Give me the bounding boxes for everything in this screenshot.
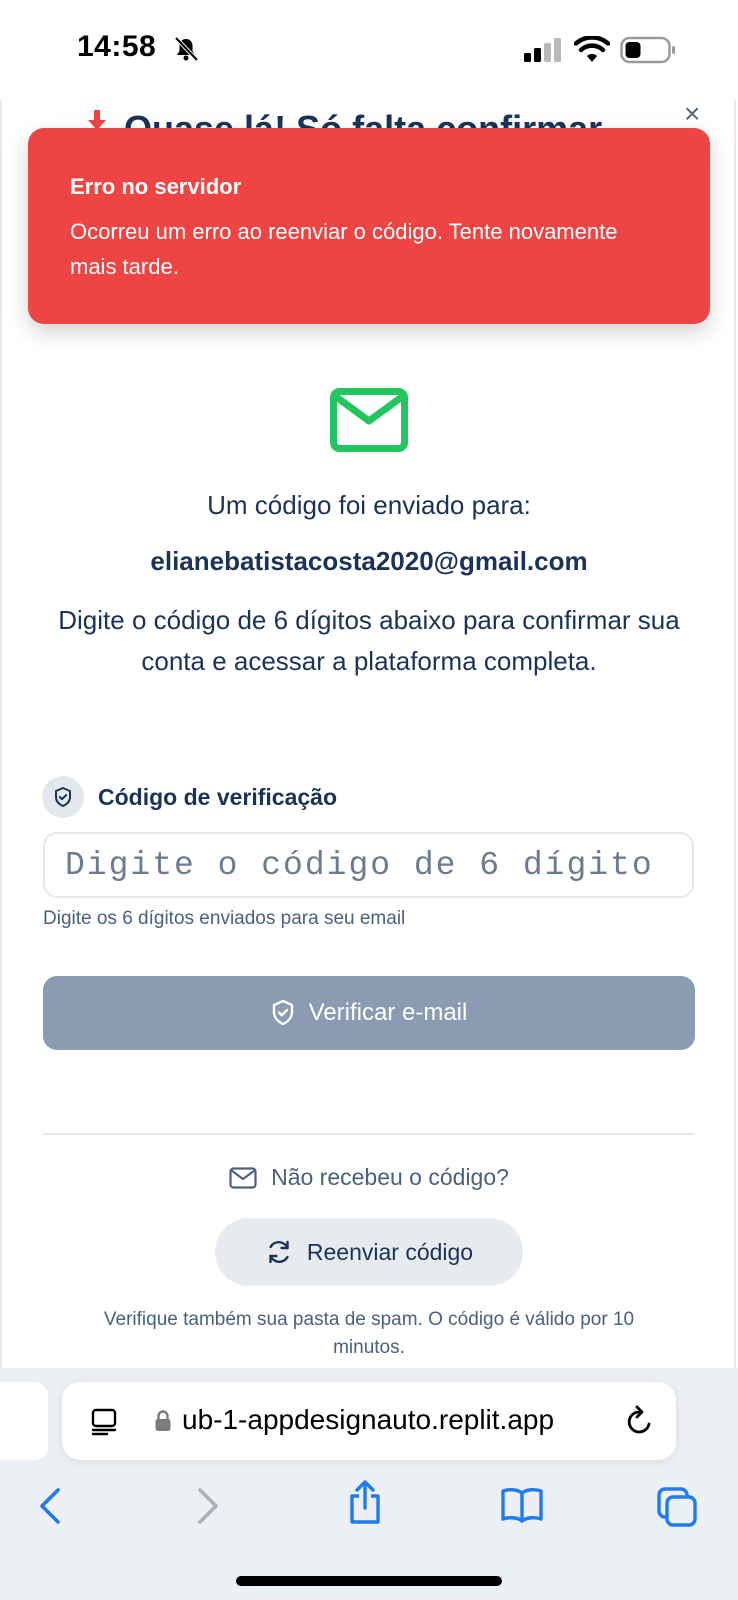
instructions-text: Digite o código de 6 dígitos abaixo para… — [58, 605, 680, 676]
no-code-row: Não recebeu o código? — [0, 1164, 738, 1191]
shield-badge — [42, 776, 84, 818]
resend-code-button[interactable]: Reenviar código — [215, 1218, 523, 1286]
status-time: 14:58 — [77, 30, 157, 63]
url-text: ub-1-appdesignauto.replit.app — [182, 1404, 555, 1435]
verify-button-label: Verificar e-mail — [308, 999, 468, 1026]
divider — [43, 1133, 695, 1135]
mail-icon — [330, 388, 408, 452]
toast-message: Ocorreu um erro ao reenviar o código. Te… — [70, 219, 618, 279]
browser-toolbar — [0, 1476, 738, 1536]
reload-icon[interactable] — [624, 1404, 656, 1438]
code-label: Código de verificação — [98, 783, 338, 810]
page-menu-icon[interactable] — [90, 1408, 118, 1436]
shield-check-icon — [55, 787, 71, 807]
mail-icon — [229, 1166, 257, 1189]
back-chevron-icon[interactable] — [36, 1486, 64, 1526]
previous-tab-preview[interactable] — [0, 1382, 48, 1460]
no-code-label: Não recebeu o código? — [271, 1164, 509, 1190]
verify-email-button[interactable]: Verificar e-mail — [43, 976, 695, 1050]
code-field-label: Código de verificação — [42, 776, 337, 818]
bell-muted-icon — [174, 36, 199, 62]
resend-button-label: Reenviar código — [306, 1238, 474, 1265]
status-bar: 14:58 — [0, 0, 738, 100]
spam-note: Verifique também sua pasta de spam. O có… — [103, 1309, 635, 1358]
bookmarks-icon[interactable] — [500, 1486, 544, 1524]
verification-code-input[interactable] — [43, 832, 694, 898]
address-bar[interactable]: ub-1-appdesignauto.replit.app — [62, 1382, 676, 1460]
sent-to-label: Um código foi enviado para: — [207, 490, 531, 520]
email-address: elianebatistacosta2020@gmail.com — [150, 546, 588, 576]
code-helper-text: Digite os 6 dígitos enviados para seu em… — [43, 908, 406, 929]
tabs-icon[interactable] — [656, 1486, 698, 1528]
wifi-icon — [574, 36, 610, 62]
shield-check-icon — [272, 999, 293, 1026]
refresh-icon — [269, 1240, 289, 1264]
cellular-signal-icon — [524, 38, 561, 62]
toast-title: Erro no servidor — [70, 174, 242, 199]
share-icon[interactable] — [346, 1480, 384, 1526]
lock-icon — [155, 1410, 171, 1431]
error-toast: Erro no servidor Ocorreu um erro ao reen… — [28, 128, 710, 324]
forward-chevron-icon[interactable] — [194, 1486, 222, 1526]
home-indicator — [236, 1576, 502, 1586]
close-icon[interactable]: × — [684, 100, 700, 128]
battery-icon — [620, 36, 675, 64]
